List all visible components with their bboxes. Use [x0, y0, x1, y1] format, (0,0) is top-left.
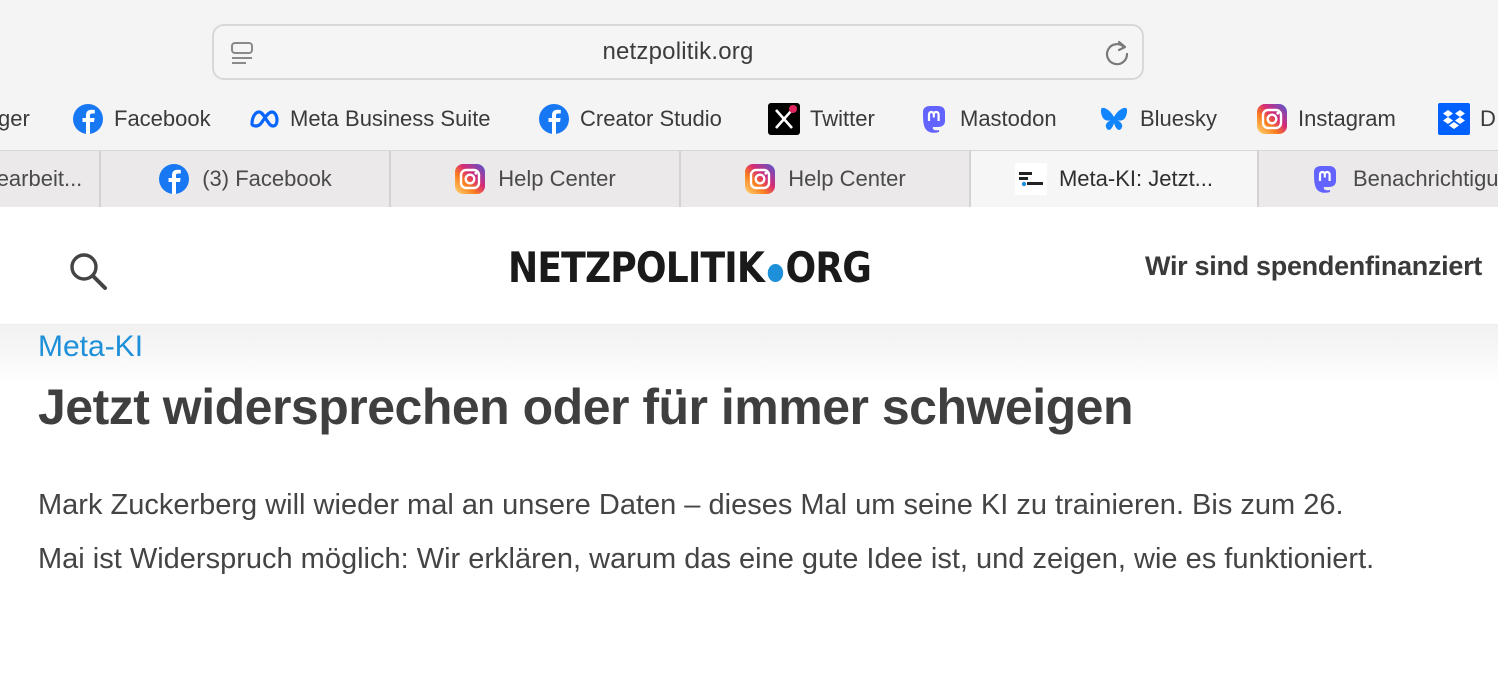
x-icon [768, 103, 800, 135]
tab-facebook[interactable]: (3) Facebook [101, 151, 391, 207]
tab-meta-ki-active[interactable]: Meta-KI: Jetzt... [971, 151, 1259, 207]
instagram-icon [1257, 104, 1287, 134]
bookmark-bluesky[interactable]: Bluesky [1098, 95, 1217, 143]
reload-icon[interactable] [1102, 38, 1132, 68]
bookmark-label: ger [0, 106, 30, 131]
netzpolitik-favicon-icon [1014, 163, 1047, 195]
bookmark-item[interactable]: ger [0, 95, 30, 143]
tab-label: Help Center [788, 166, 906, 191]
site-logo[interactable]: NETZPOLITIK ORG [508, 243, 872, 292]
tab-label: (3) Facebook [202, 166, 332, 191]
bookmark-label: Bluesky [1140, 106, 1218, 131]
bookmarks-bar: ger Facebook Meta Business Suite Creator… [0, 95, 1498, 143]
bookmark-mastodon[interactable]: Mastodon [918, 95, 1057, 143]
article-lead: Mark Zuckerberg will wieder mal an unser… [38, 489, 1375, 575]
facebook-icon [539, 104, 569, 134]
bookmark-dropbox[interactable]: D [1438, 95, 1496, 143]
bookmark-twitter[interactable]: Twitter [768, 95, 875, 143]
tab-label: Meta-KI: Jetzt... [1058, 166, 1214, 191]
article-headline: Jetzt widersprechen oder für immer schwe… [38, 379, 1134, 435]
bookmark-label: Meta Business Suite [290, 106, 491, 131]
facebook-icon [73, 104, 103, 134]
tab-item[interactable]: earbeit... [0, 151, 101, 207]
logo-text-right: ORG [785, 243, 872, 292]
tab-help-center-2[interactable]: Help Center [681, 151, 971, 207]
bookmark-label: D [1480, 106, 1496, 131]
tab-benachrichtigungen[interactable]: Benachrichtigu [1259, 151, 1498, 207]
donate-link[interactable]: Wir sind spendenfinanziert [1145, 251, 1482, 282]
url-text[interactable]: netzpolitik.org [214, 38, 1142, 66]
article-header-shadow [0, 325, 1498, 385]
bookmark-instagram[interactable]: Instagram [1256, 95, 1396, 143]
search-icon[interactable] [66, 249, 110, 293]
logo-text-left: NETZPOLITIK [508, 243, 765, 292]
tab-strip: earbeit... (3) Facebook Help Center Help… [0, 150, 1498, 207]
bookmark-meta-business-suite[interactable]: Meta Business Suite [248, 95, 491, 143]
mastodon-icon [1314, 166, 1336, 193]
site-header: NETZPOLITIK ORG Wir sind spendenfinanzie… [0, 207, 1498, 325]
bookmark-label: Facebook [114, 106, 211, 131]
bookmark-creator-studio[interactable]: Creator Studio [538, 95, 722, 143]
mastodon-icon [923, 106, 945, 133]
meta-icon [250, 110, 279, 128]
bookmark-label: Mastodon [960, 106, 1057, 131]
bookmark-facebook[interactable]: Facebook [72, 95, 211, 143]
tab-label: Benachrichtigu [1353, 166, 1498, 191]
tab-help-center[interactable]: Help Center [391, 151, 681, 207]
facebook-icon [159, 164, 190, 194]
bookmark-label: Creator Studio [580, 106, 722, 131]
tab-label: Help Center [498, 166, 616, 191]
address-bar[interactable]: netzpolitik.org [212, 24, 1144, 80]
instagram-icon [455, 164, 486, 194]
logo-dot [767, 264, 783, 282]
article-kicker[interactable]: Meta-KI [38, 330, 143, 364]
dropbox-icon [1438, 103, 1470, 135]
bookmark-label: Twitter [810, 106, 875, 131]
browser-chrome: netzpolitik.org ger Facebook Meta Busine… [0, 0, 1498, 207]
bookmark-label: Instagram [1298, 106, 1396, 131]
bluesky-icon [1100, 107, 1128, 130]
tab-label: earbeit... [0, 166, 83, 191]
instagram-icon [745, 164, 776, 194]
